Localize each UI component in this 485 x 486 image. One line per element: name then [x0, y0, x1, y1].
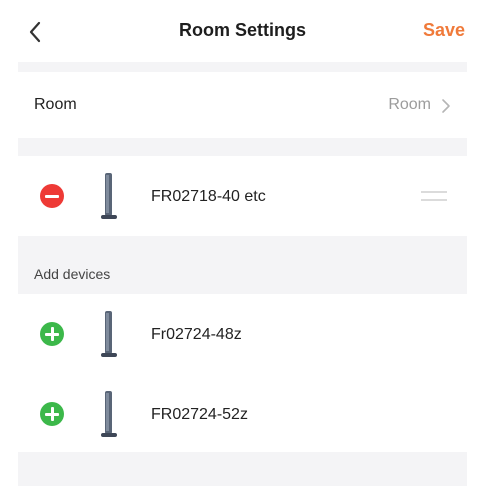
page-title: Room Settings	[178, 20, 306, 40]
tower-device-icon	[101, 391, 117, 437]
tower-device-icon	[101, 311, 117, 357]
section-divider	[18, 62, 467, 72]
chevron-right-icon	[442, 99, 450, 113]
tower-device-icon	[101, 173, 117, 219]
room-selector-row[interactable]: Room Room	[18, 72, 467, 138]
section-label: Add devices	[34, 266, 111, 282]
drag-handle-icon[interactable]	[421, 190, 447, 202]
room-label: Room	[34, 96, 77, 113]
device-name: FR02718-40 etc	[151, 188, 266, 205]
nav-bar: Room Settings Save	[0, 0, 485, 62]
remove-device-button[interactable]	[40, 184, 64, 208]
minus-icon	[45, 194, 59, 198]
plus-icon-vertical	[50, 327, 54, 341]
add-devices-header: Add devices	[18, 258, 467, 294]
device-name: Fr02724-48z	[151, 326, 242, 343]
section-divider	[18, 138, 467, 156]
add-device-button[interactable]	[40, 402, 64, 426]
device-name: FR02724-52z	[151, 406, 248, 423]
section-divider	[18, 236, 467, 258]
add-device-row: FR02724-52z	[18, 374, 467, 452]
section-divider	[18, 452, 467, 486]
add-device-button[interactable]	[40, 322, 64, 346]
room-value: Room	[388, 96, 431, 113]
add-device-row: Fr02724-48z	[18, 294, 467, 374]
device-row-current: FR02718-40 etc	[18, 156, 467, 236]
plus-icon-vertical	[50, 407, 54, 421]
save-button[interactable]: Save	[423, 20, 465, 41]
